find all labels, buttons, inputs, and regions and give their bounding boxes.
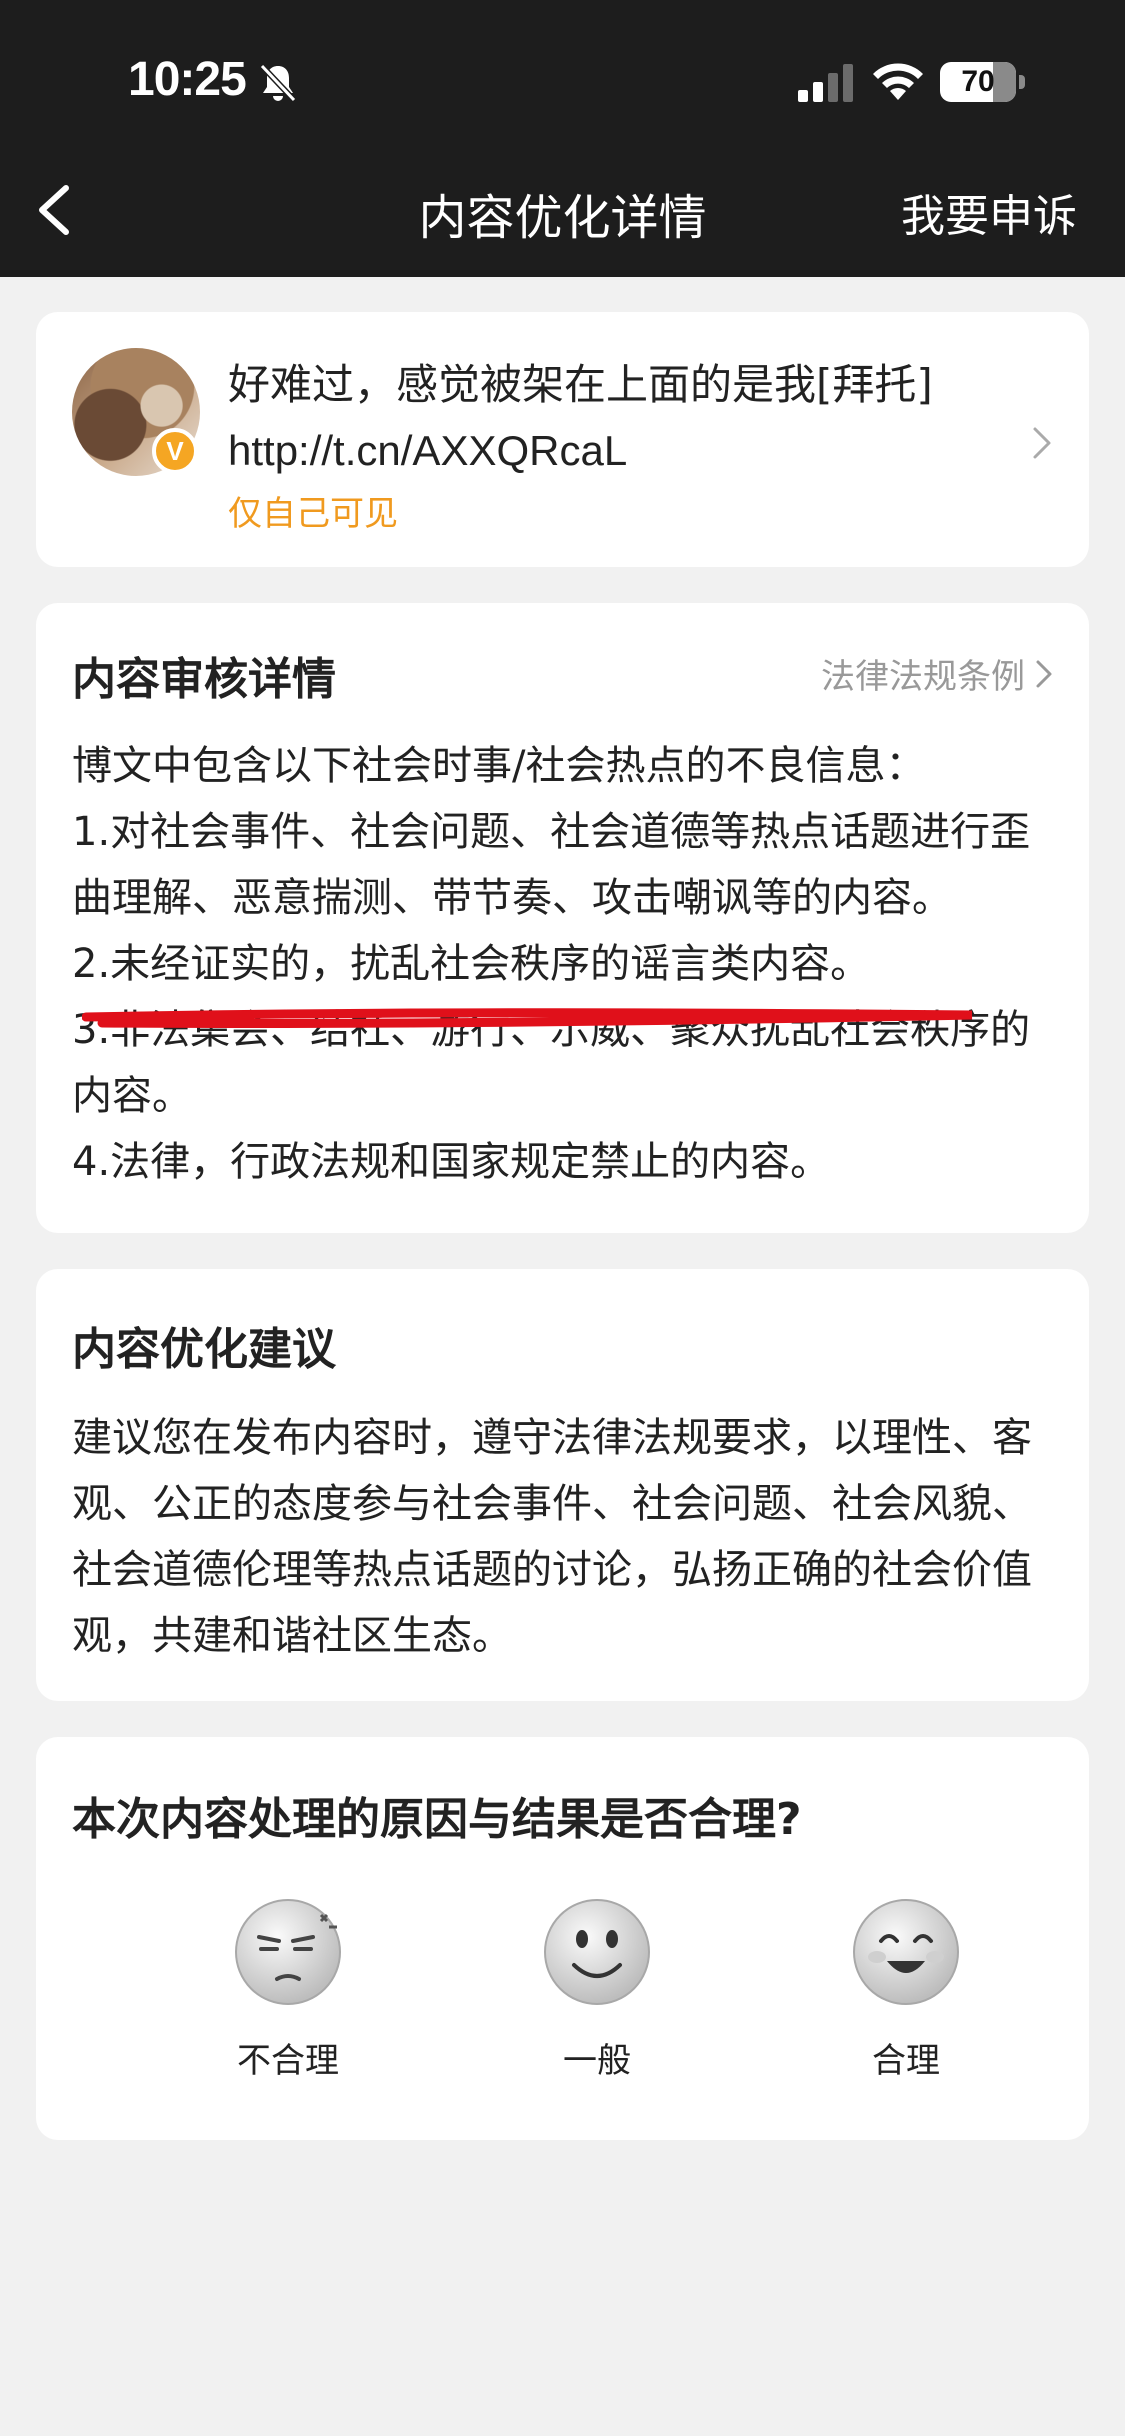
law-regulations-link[interactable]: 法律法规条例 <box>821 649 1053 698</box>
post-text: 好难过，感觉被架在上面的是我[拜托] http://t.cn/AXXQRcaL <box>228 352 1008 484</box>
happy-face-icon <box>853 1899 959 2005</box>
post-link: http://t.cn/AXXQRcaL <box>228 427 628 474</box>
review-item-4: 4.法律，行政法规和国家规定禁止的内容。 <box>72 1139 831 1185</box>
verified-badge: V <box>152 428 198 474</box>
review-title: 内容审核详情 <box>72 654 336 705</box>
bell-muted-icon <box>259 63 297 103</box>
review-item-2: 2.未经证实的，扰乱社会秩序的谣言类内容。 <box>72 941 871 987</box>
wifi-icon <box>873 63 923 100</box>
review-body: 博文中包含以下社会时事/社会热点的不良信息： 1.对社会事件、社会问题、社会道德… <box>72 733 1062 1195</box>
appeal-button[interactable]: 我要申诉 <box>901 180 1077 244</box>
status-time: 10:25 <box>128 53 247 106</box>
review-intro: 博文中包含以下社会时事/社会热点的不良信息： <box>72 743 926 789</box>
battery-indicator: 70 <box>940 62 1016 102</box>
post-text-line: 好难过，感觉被架在上面的是我[拜托] <box>228 360 933 409</box>
cellular-signal-icon <box>798 64 853 102</box>
rating-reasonable[interactable]: 合理 <box>806 1897 1006 2082</box>
red-annotation-underline <box>82 1008 973 1029</box>
smile-face-icon <box>544 1899 650 2005</box>
review-details-card: 内容审核详情 法律法规条例 博文中包含以下社会时事/社会热点的不良信息： 1.对… <box>36 603 1089 1233</box>
feedback-question: 本次内容处理的原因与结果是否合理? <box>72 1794 802 1845</box>
battery-cap <box>1019 75 1025 89</box>
advice-title: 内容优化建议 <box>72 1324 336 1375</box>
chevron-right-icon <box>1033 427 1051 459</box>
rating-label: 合理 <box>872 2041 940 2081</box>
rating-unreasonable[interactable]: 不合理 <box>188 1897 388 2082</box>
chevron-right-icon <box>1036 660 1052 687</box>
visibility-label: 仅自己可见 <box>228 494 398 534</box>
law-link-label: 法律法规条例 <box>821 657 1025 697</box>
feedback-card: 本次内容处理的原因与结果是否合理? 不合理 一般 合理 <box>36 1737 1089 2140</box>
advice-card: 内容优化建议 建议您在发布内容时，遵守法律法规要求，以理性、客观、公正的态度参与… <box>36 1269 1089 1701</box>
rating-label: 不合理 <box>237 2041 339 2081</box>
rating-average[interactable]: 一般 <box>497 1897 697 2082</box>
battery-percent: 70 <box>961 65 995 98</box>
back-button[interactable] <box>28 170 88 250</box>
advice-body: 建议您在发布内容时，遵守法律法规要求，以理性、客观、公正的态度参与社会事件、社会… <box>72 1415 1032 1659</box>
post-card[interactable]: V 好难过，感觉被架在上面的是我[拜托] http://t.cn/AXXQRca… <box>36 312 1089 567</box>
rating-label: 一般 <box>563 2041 631 2081</box>
review-item-1: 1.对社会事件、社会问题、社会道德等热点话题进行歪曲理解、恶意揣测、带节奏、攻击… <box>72 809 1031 921</box>
annoyed-face-icon <box>235 1899 341 2005</box>
top-bar: 10:25 70 内容优化详情 我要申诉 <box>0 0 1125 277</box>
rating-options: 不合理 一般 合理 <box>36 1897 1089 2117</box>
